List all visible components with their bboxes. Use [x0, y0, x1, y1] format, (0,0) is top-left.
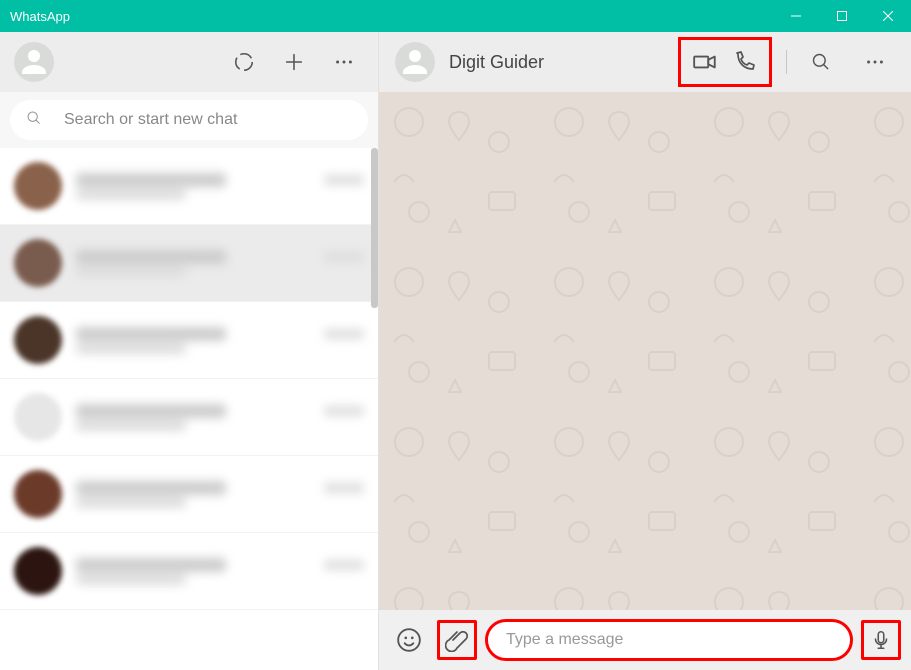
conversation-pane: Digit Guider: [379, 32, 911, 670]
window-controls: [773, 0, 911, 32]
sidebar-header: [0, 32, 378, 92]
chat-avatar: [14, 547, 62, 595]
contact-name[interactable]: Digit Guider: [449, 52, 544, 73]
voice-message-icon[interactable]: [861, 620, 901, 660]
window-titlebar: WhatsApp: [0, 0, 911, 32]
chat-list-item[interactable]: [0, 302, 378, 379]
conversation-header: Digit Guider: [379, 32, 911, 92]
attach-icon[interactable]: [437, 620, 477, 660]
search-in-chat-icon[interactable]: [801, 42, 841, 82]
message-composer: [379, 610, 911, 670]
chat-avatar: [14, 393, 62, 441]
search-container: [0, 92, 378, 148]
voice-call-icon[interactable]: [725, 42, 765, 82]
chat-list-item[interactable]: [0, 148, 378, 225]
search-box[interactable]: [10, 100, 368, 140]
annotation-call-buttons: [678, 37, 772, 87]
window-title: WhatsApp: [10, 9, 70, 24]
search-icon: [26, 110, 42, 131]
chat-list-item[interactable]: [0, 225, 378, 302]
sidebar: [0, 32, 379, 670]
search-input[interactable]: [62, 110, 352, 130]
chat-avatar: [14, 470, 62, 518]
scrollbar[interactable]: [371, 148, 378, 308]
chat-avatar: [14, 162, 62, 210]
menu-icon[interactable]: [324, 42, 364, 82]
chat-avatar: [14, 239, 62, 287]
header-divider: [786, 50, 787, 74]
chat-avatar: [14, 316, 62, 364]
chat-list-item[interactable]: [0, 379, 378, 456]
message-input[interactable]: [504, 630, 834, 650]
emoji-icon[interactable]: [389, 620, 429, 660]
contact-avatar[interactable]: [395, 42, 435, 82]
my-avatar[interactable]: [14, 42, 54, 82]
maximize-button[interactable]: [819, 0, 865, 32]
chat-list-item[interactable]: [0, 533, 378, 610]
chat-menu-icon[interactable]: [855, 42, 895, 82]
conversation-body[interactable]: [379, 92, 911, 610]
message-input-container[interactable]: [485, 619, 853, 661]
chat-list-item[interactable]: [0, 456, 378, 533]
close-button[interactable]: [865, 0, 911, 32]
status-icon[interactable]: [224, 42, 264, 82]
minimize-button[interactable]: [773, 0, 819, 32]
chat-list[interactable]: [0, 148, 378, 670]
new-chat-icon[interactable]: [274, 42, 314, 82]
video-call-icon[interactable]: [685, 42, 725, 82]
